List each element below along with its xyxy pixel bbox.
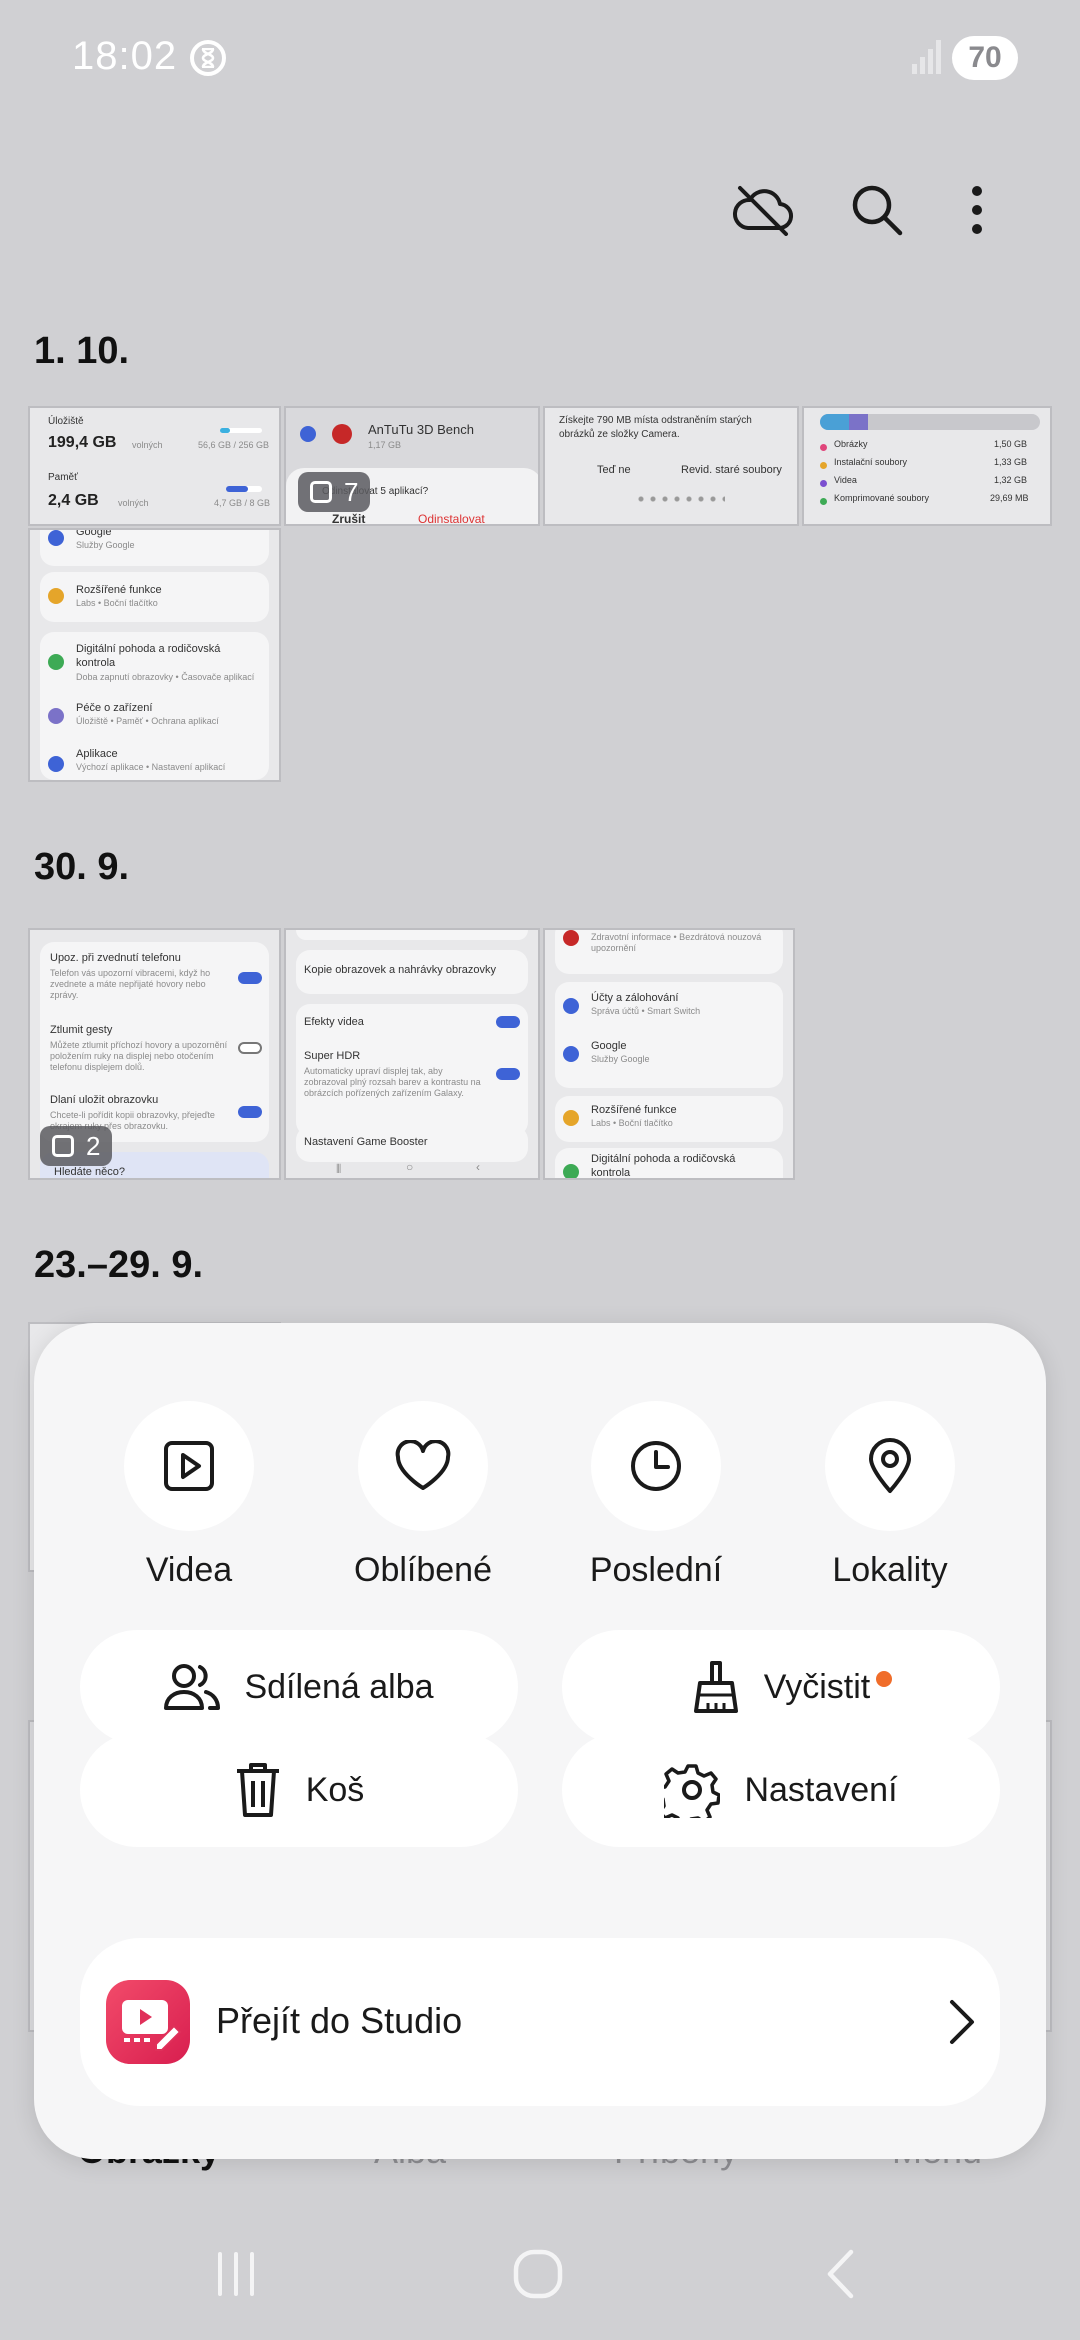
settings-button[interactable]: Nastavení bbox=[562, 1733, 1000, 1847]
screenshot-thumbnail[interactable]: Získejte 790 MB místa odstraněním starýc… bbox=[543, 406, 799, 526]
studio-app-icon bbox=[106, 1980, 190, 2064]
screenshot-thumbnail[interactable]: Zdravotní informace • Bezdrátová nouzová… bbox=[543, 928, 795, 1180]
date-heading: 1. 10. bbox=[34, 330, 130, 372]
quick-label: Oblíbené bbox=[354, 1551, 492, 1589]
search-icon[interactable] bbox=[842, 175, 912, 245]
date-heading: 30. 9. bbox=[34, 846, 130, 888]
hourglass-icon bbox=[190, 40, 226, 76]
menu-sheet: Videa Oblíbené Poslední Lokality Sdílená… bbox=[34, 1323, 1046, 2159]
quick-videos[interactable]: Videa bbox=[89, 1401, 289, 1590]
more-vert-icon[interactable] bbox=[942, 175, 1012, 245]
clock-icon bbox=[591, 1401, 721, 1531]
status-time: 18:02 bbox=[72, 34, 178, 78]
back-button[interactable] bbox=[810, 2244, 870, 2304]
chevron-right-icon bbox=[948, 1998, 976, 2051]
count-badge: 7 bbox=[298, 472, 371, 512]
gear-icon bbox=[664, 1762, 721, 1818]
signal-icon bbox=[912, 40, 942, 79]
shared-albums-button[interactable]: Sdílená alba bbox=[80, 1630, 518, 1744]
recent-apps-button[interactable] bbox=[206, 2244, 266, 2304]
home-button[interactable] bbox=[508, 2244, 568, 2304]
screenshot-thumbnail[interactable]: AnTuTu 3D Bench 1,17 GB Odinstalovat 5 a… bbox=[284, 406, 540, 526]
clean-button[interactable]: Vyčistit bbox=[562, 1630, 1000, 1744]
shared-albums-label: Sdílená alba bbox=[244, 1667, 434, 1706]
quick-label: Videa bbox=[145, 1551, 233, 1589]
trash-icon bbox=[234, 1761, 282, 1819]
play-square-icon bbox=[124, 1401, 254, 1531]
date-heading: 23.–29. 9. bbox=[34, 1244, 204, 1286]
quick-label: Poslední bbox=[589, 1551, 723, 1589]
screenshot-thumbnail[interactable]: Obrázky 1,50 GB Instalační soubory 1,33 … bbox=[802, 406, 1052, 526]
screenshot-thumbnail[interactable]: Úložiště 199,4 GB volných 56,6 GB / 256 … bbox=[28, 406, 281, 526]
quick-locations[interactable]: Lokality bbox=[790, 1401, 990, 1590]
cloud-off-icon[interactable] bbox=[728, 175, 798, 245]
trash-button[interactable]: Koš bbox=[80, 1733, 518, 1847]
quick-recent[interactable]: Poslední bbox=[556, 1401, 756, 1590]
go-to-studio-button[interactable]: Přejít do Studio bbox=[80, 1938, 1000, 2106]
clean-label: Vyčistit bbox=[763, 1667, 871, 1706]
settings-label: Nastavení bbox=[744, 1770, 898, 1809]
people-icon bbox=[164, 1662, 221, 1712]
battery-indicator: 70 bbox=[952, 36, 1018, 80]
broom-icon bbox=[692, 1659, 740, 1715]
screenshot-thumbnail[interactable]: Upoz. při zvednutí telefonu Telefon vás … bbox=[28, 928, 281, 1180]
location-pin-icon bbox=[825, 1401, 955, 1531]
go-to-studio-label: Přejít do Studio bbox=[216, 2000, 463, 2041]
status-bar: 18:02 70 bbox=[0, 0, 1080, 120]
notification-dot bbox=[876, 1671, 892, 1687]
count-badge: 2 bbox=[40, 1126, 113, 1166]
screenshot-thumbnail[interactable]: Google Služby Google Rozšířené funkce La… bbox=[28, 528, 281, 782]
screenshot-thumbnail[interactable]: Kopie obrazovek a nahrávky obrazovky Efe… bbox=[284, 928, 540, 1180]
quick-label: Lokality bbox=[832, 1551, 948, 1589]
heart-icon bbox=[358, 1401, 488, 1531]
quick-favorites[interactable]: Oblíbené bbox=[323, 1401, 523, 1590]
trash-label: Koš bbox=[305, 1770, 365, 1809]
